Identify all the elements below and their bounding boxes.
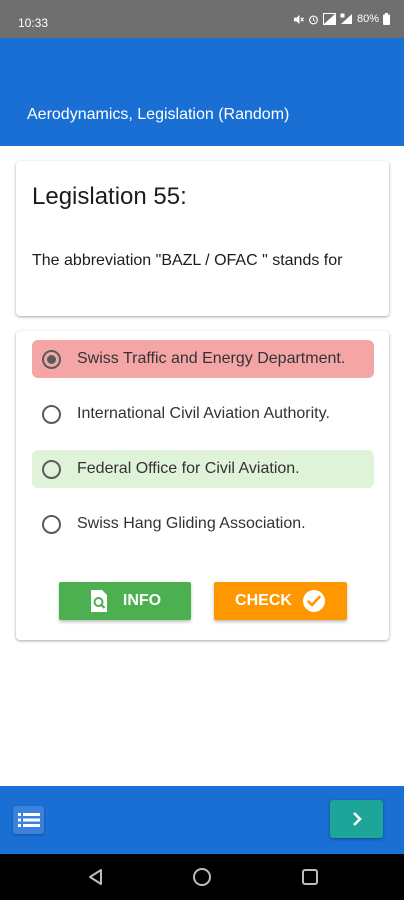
answer-label: Federal Office for Civil Aviation. — [77, 460, 300, 477]
radio-button-selected[interactable] — [42, 349, 61, 369]
app-header: Aerodynamics, Legislation (Random) — [0, 38, 404, 146]
alarm-icon — [309, 15, 318, 24]
chevron-right-icon — [352, 812, 362, 826]
answers-card: Swiss Traffic and Energy Department. Int… — [16, 331, 389, 640]
battery-percent: 80% — [356, 13, 379, 25]
answer-option-4[interactable]: Swiss Hang Gliding Association. — [32, 505, 374, 543]
wifi-signal-icon — [322, 13, 336, 25]
recents-square-icon — [302, 869, 318, 885]
next-question-button[interactable] — [330, 800, 383, 838]
question-text: The abbreviation "BAZL / OFAC " stands f… — [32, 252, 343, 269]
answer-option-1[interactable]: Swiss Traffic and Energy Department. — [32, 340, 374, 378]
check-circle-icon — [302, 590, 325, 612]
status-bar: 10:33 80% — [0, 0, 404, 38]
question-list-button[interactable] — [13, 806, 44, 834]
search-document-icon — [90, 590, 107, 612]
cell-signal-icon — [340, 13, 352, 24]
list-icon — [17, 813, 40, 827]
nav-back-button[interactable] — [85, 867, 105, 887]
answer-option-2[interactable]: International Civil Aviation Authority. — [32, 395, 374, 433]
nav-home-button[interactable] — [192, 867, 212, 887]
bottom-bar — [0, 786, 404, 854]
check-button-label: CHECK — [235, 592, 292, 609]
battery-icon — [383, 13, 390, 25]
mute-icon — [293, 14, 304, 24]
status-time: 10:33 — [18, 16, 49, 30]
question-card: Legislation 55: The abbreviation "BAZL /… — [16, 161, 389, 316]
info-button-label: INFO — [122, 592, 162, 609]
back-triangle-icon — [89, 869, 102, 885]
answer-label: Swiss Traffic and Energy Department. — [77, 350, 346, 367]
home-circle-icon — [193, 868, 211, 886]
nav-recents-button[interactable] — [300, 867, 320, 887]
check-button[interactable]: CHECK — [214, 582, 347, 620]
info-button[interactable]: INFO — [59, 582, 191, 620]
answer-option-3[interactable]: Federal Office for Civil Aviation. — [32, 450, 374, 488]
status-icons: 80% — [293, 13, 390, 25]
answer-label: Swiss Hang Gliding Association. — [77, 515, 306, 532]
radio-button[interactable] — [42, 404, 61, 424]
app-title: Aerodynamics, Legislation (Random) — [27, 106, 290, 123]
question-title: Legislation 55: — [32, 183, 187, 210]
system-nav-bar — [0, 854, 404, 900]
radio-button[interactable] — [42, 459, 61, 479]
radio-button[interactable] — [42, 514, 61, 534]
answer-label: International Civil Aviation Authority. — [77, 405, 330, 422]
